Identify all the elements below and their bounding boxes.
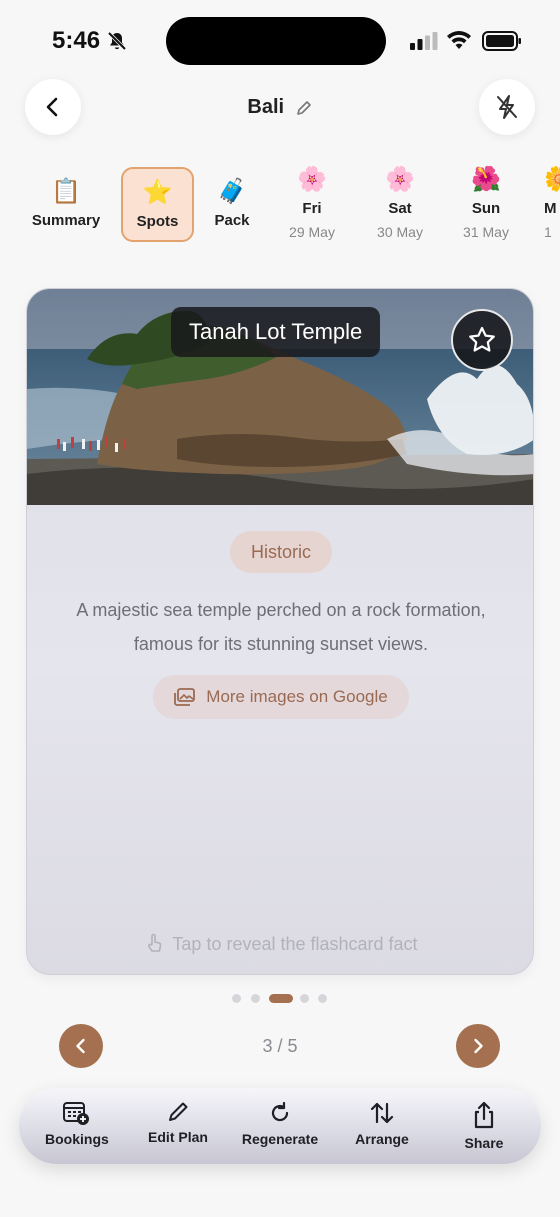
hint-text: Tap to reveal the flashcard fact <box>172 934 418 954</box>
regenerate-label: Regenerate <box>241 1131 319 1147</box>
arrange-button[interactable]: Arrange <box>351 1100 413 1147</box>
more-images-label: More images on Google <box>206 687 388 706</box>
pencil-icon[interactable] <box>295 99 313 117</box>
pencil-icon <box>169 1102 188 1121</box>
blossom-icon: 🌼 <box>544 166 560 193</box>
tab-date: 1 <box>544 224 552 240</box>
status-bar: 5:46 <box>0 0 560 80</box>
bottom-toolbar: Bookings Edit Plan Regenerate Arrange Sh… <box>19 1088 541 1164</box>
dynamic-island <box>166 17 386 65</box>
regenerate-button[interactable]: Regenerate <box>237 1100 323 1147</box>
cellular-signal-icon <box>410 32 438 50</box>
tab-fri[interactable]: 🌸 Fri 29 May <box>280 166 344 240</box>
arrange-icon <box>370 1102 394 1124</box>
tab-label: Sat <box>388 200 412 217</box>
place-name: Tanah Lot Temple <box>171 307 381 357</box>
tab-sat[interactable]: 🌸 Sat 30 May <box>368 166 432 240</box>
page-dot-active <box>269 994 293 1003</box>
cherry-blossom-icon: 🌸 <box>297 166 327 193</box>
chevron-right-icon <box>474 1038 483 1054</box>
arrange-label: Arrange <box>355 1131 409 1147</box>
spot-card[interactable]: Tanah Lot Temple Historic A majestic sea… <box>26 288 534 975</box>
images-icon <box>174 688 196 706</box>
tab-label: Fri <box>302 200 322 217</box>
status-time: 5:46 <box>52 27 101 54</box>
tab-date: 29 May <box>289 224 335 240</box>
tab-summary[interactable]: 📋 Summary <box>28 178 104 229</box>
bell-off-icon <box>107 31 127 51</box>
share-button[interactable]: Share <box>459 1100 509 1151</box>
more-images-button[interactable]: More images on Google <box>153 675 409 719</box>
tab-label: Spots <box>136 213 179 230</box>
calendar-add-icon <box>63 1102 89 1125</box>
bookings-button[interactable]: Bookings <box>45 1100 109 1147</box>
page-dot <box>232 994 241 1003</box>
title-area[interactable]: Bali <box>0 96 560 119</box>
page-dot <box>251 994 260 1003</box>
tab-label: M <box>544 200 557 217</box>
tab-mon[interactable]: 🌼 M 1 <box>544 166 560 240</box>
refresh-icon <box>271 1101 289 1122</box>
tab-label: Pack <box>214 212 250 229</box>
star-icon <box>469 326 495 352</box>
tab-label: Sun <box>471 200 501 217</box>
flashcard-hint: Tap to reveal the flashcard fact <box>27 932 533 955</box>
day-tabs: 📋 Summary ⭐ Spots 🧳 Pack 🌸 Fri 29 May 🌸 … <box>0 160 560 260</box>
tab-date: 30 May <box>377 224 423 240</box>
flash-off-button[interactable] <box>479 79 535 135</box>
tab-sun[interactable]: 🌺 Sun 31 May <box>454 166 518 240</box>
favorite-button[interactable] <box>451 309 513 371</box>
category-badge: Historic <box>230 531 332 573</box>
page-dot <box>300 994 309 1003</box>
tab-label: Summary <box>31 212 101 229</box>
tab-spots[interactable]: ⭐ Spots <box>121 167 194 242</box>
hibiscus-icon: 🌺 <box>471 166 501 193</box>
page-dot <box>318 994 327 1003</box>
next-button[interactable] <box>456 1024 500 1068</box>
tab-date: 31 May <box>463 224 509 240</box>
flash-off-icon <box>497 95 517 119</box>
star-emoji-icon: ⭐ <box>142 179 173 206</box>
cherry-blossom-icon: 🌸 <box>385 166 415 193</box>
bookings-label: Bookings <box>45 1131 109 1147</box>
clipboard-icon: 📋 <box>51 178 81 205</box>
battery-icon <box>482 31 521 51</box>
share-label: Share <box>464 1135 504 1151</box>
wifi-icon <box>447 31 471 49</box>
luggage-icon: 🧳 <box>217 178 247 205</box>
share-icon <box>474 1101 494 1129</box>
edit-plan-label: Edit Plan <box>148 1129 208 1145</box>
tap-hand-icon <box>148 933 162 952</box>
tab-pack[interactable]: 🧳 Pack <box>208 178 256 229</box>
place-description: A majestic sea temple perched on a rock … <box>76 600 486 654</box>
trip-title[interactable]: Bali <box>247 96 284 118</box>
edit-plan-button[interactable]: Edit Plan <box>143 1100 213 1145</box>
